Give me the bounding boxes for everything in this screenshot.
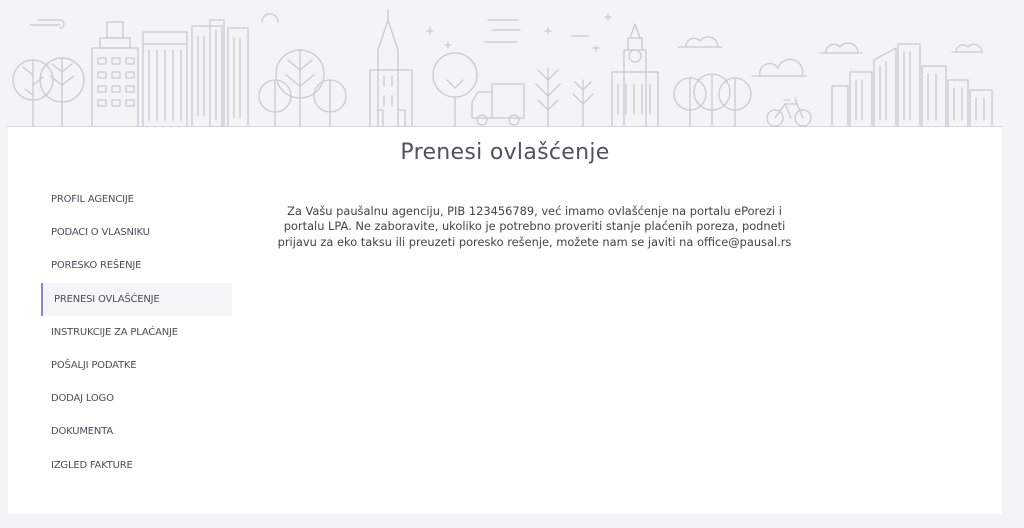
authorization-info-text: Za Vašu paušalnu agenciju, PIB 123456789… <box>277 204 792 249</box>
settings-sidebar: PROFIL AGENCIJE PODACI O VLASNIKU PORESKO … <box>41 183 232 482</box>
sidebar-item-podaci-o-vlasniku[interactable]: PODACI O VLASNIKU <box>41 216 232 249</box>
sidebar-item-posalji-podatke[interactable]: POŠALJI PODATKE <box>41 349 232 382</box>
city-skyline-illustration <box>7 9 1003 128</box>
page-title: Prenesi ovlašćenje <box>400 140 610 165</box>
sidebar-item-poresko-resenje[interactable]: PORESKO REŠENJE <box>41 249 232 282</box>
sidebar-item-profil-agencije[interactable]: PROFIL AGENCIJE <box>41 183 232 216</box>
sidebar-item-instrukcije-za-placanje[interactable]: INSTRUKCIJE ZA PLAĆANJE <box>41 316 232 349</box>
sidebar-item-dokumenta[interactable]: DOKUMENTA <box>41 415 232 448</box>
sidebar-item-prenesi-ovlascenje[interactable]: PRENESI OVLAŠĆENJE <box>41 282 232 316</box>
sidebar-item-dodaj-logo[interactable]: DODAJ LOGO <box>41 382 232 415</box>
sidebar-item-izgled-fakture[interactable]: IZGLED FAKTURE <box>41 449 232 482</box>
